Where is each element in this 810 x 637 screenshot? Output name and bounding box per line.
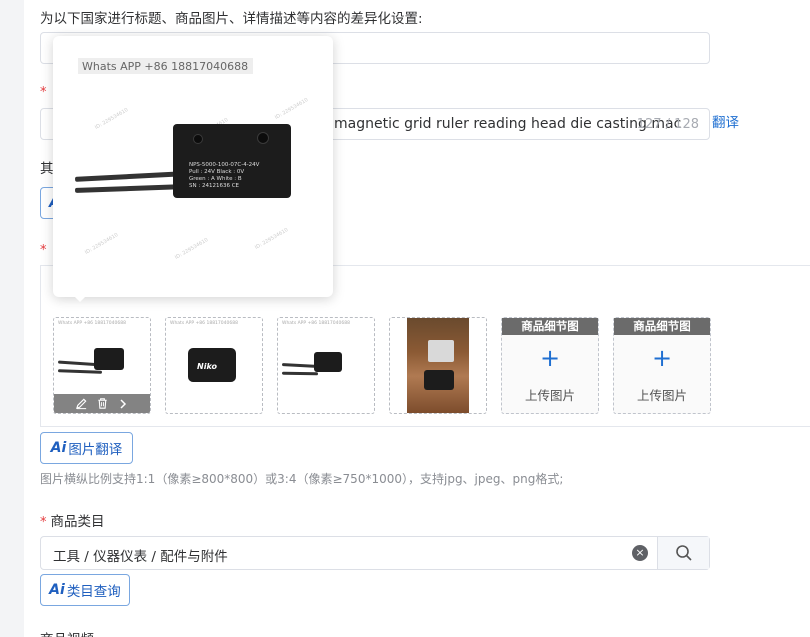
brand-text: Niko [197, 362, 217, 371]
image-translate-button[interactable]: Ai 图片翻译 [40, 432, 133, 464]
category-value: 工具 / 仪器仪表 / 配件与附件 [53, 549, 228, 565]
plus-icon: + [651, 344, 673, 372]
upload-slot-label: 上传图片 [524, 388, 575, 403]
ai-icon: Ai [50, 440, 67, 456]
title-input-value: magnetic grid ruler reading head die cas… [334, 116, 682, 132]
category-query-label: 类目查询 [66, 584, 121, 600]
clear-icon[interactable]: × [632, 545, 648, 561]
thumb-watermark: Whats APP +86 18817040688 [58, 321, 126, 326]
title-translate-link[interactable]: 翻译 [712, 111, 739, 131]
title-char-counter: 127 / 128 [636, 117, 699, 132]
required-star: * [40, 85, 47, 100]
sensor-image [424, 370, 454, 390]
paper-label [428, 340, 454, 362]
category-input[interactable]: 工具 / 仪器仪表 / 配件与附件 × [40, 536, 710, 570]
sensor-cable [74, 171, 186, 182]
ai-icon: Ai [49, 582, 65, 598]
thumb-action-bar [54, 394, 150, 413]
mount-hole [193, 134, 203, 144]
category-search-button[interactable] [657, 537, 709, 569]
image-preview-popup: Whats APP +86 18817040688 ID: 229534610 … [53, 36, 333, 297]
mount-hole [257, 132, 269, 144]
sensor-cable [281, 371, 319, 376]
image-translate-label: 图片翻译 [68, 442, 123, 458]
search-icon [675, 545, 692, 561]
thumb-watermark: Whats APP +86 18817040688 [282, 321, 350, 326]
required-star-category: * [40, 515, 47, 530]
category-query-button[interactable]: Ai 类目查询 [40, 574, 130, 606]
upload-slot-header: 商品细节图 [614, 318, 710, 335]
category-label-row: * 商品类目 [40, 510, 105, 530]
sensor-cable [74, 184, 186, 193]
product-image-4[interactable] [389, 317, 487, 414]
chevron-right-icon[interactable] [117, 398, 129, 410]
product-image-1[interactable]: Whats APP +86 18817040688 [53, 317, 151, 414]
faint-watermark: ID: 229534610 [273, 97, 310, 121]
sensor-image: NPS-5000-100-07C-4-24V Pull : 24V Black … [173, 124, 291, 198]
upload-detail-image-2[interactable]: 商品细节图 + 上传图片 [613, 317, 711, 414]
category-label: 商品类目 [50, 514, 105, 530]
thumb-watermark: Whats APP +86 18817040688 [170, 321, 238, 326]
plus-icon: + [539, 344, 561, 372]
product-image-3[interactable]: Whats APP +86 18817040688 [277, 317, 375, 414]
product-image-2[interactable]: Whats APP +86 18817040688 Niko [165, 317, 263, 414]
sensor-cable [281, 363, 319, 368]
sensor-image [314, 352, 342, 372]
image-format-hint: 图片横纵比例支持1:1（像素≥800*800）或3:4（像素≥750*1000）… [40, 472, 564, 486]
sensor-image: Niko [188, 348, 236, 382]
upload-slot-label: 上传图片 [636, 388, 687, 403]
popup-arrow [74, 296, 86, 302]
diff-settings-label: 为以下国家进行标题、商品图片、详情描述等内容的差异化设置: [40, 11, 423, 27]
sensor-label-text: NPS-5000-100-07C-4-24V Pull : 24V Black … [189, 162, 260, 189]
left-gutter [0, 0, 24, 637]
faint-watermark: ID: 229534610 [83, 232, 120, 256]
faint-watermark: ID: 229534610 [173, 237, 210, 261]
upload-slot-header: 商品细节图 [502, 318, 598, 335]
edit-icon[interactable] [75, 397, 88, 410]
upload-detail-image-1[interactable]: 商品细节图 + 上传图片 [501, 317, 599, 414]
popup-watermark: Whats APP +86 18817040688 [82, 60, 249, 73]
required-star-images: * [40, 243, 47, 258]
faint-watermark: ID: 229534610 [253, 227, 290, 251]
sensor-image [94, 348, 124, 370]
trash-icon[interactable] [96, 397, 109, 410]
hand-photo [407, 318, 469, 413]
video-label: 商品视频 [40, 628, 94, 637]
faint-watermark: ID: 229534610 [93, 107, 130, 131]
other-label: 其 [40, 161, 54, 177]
